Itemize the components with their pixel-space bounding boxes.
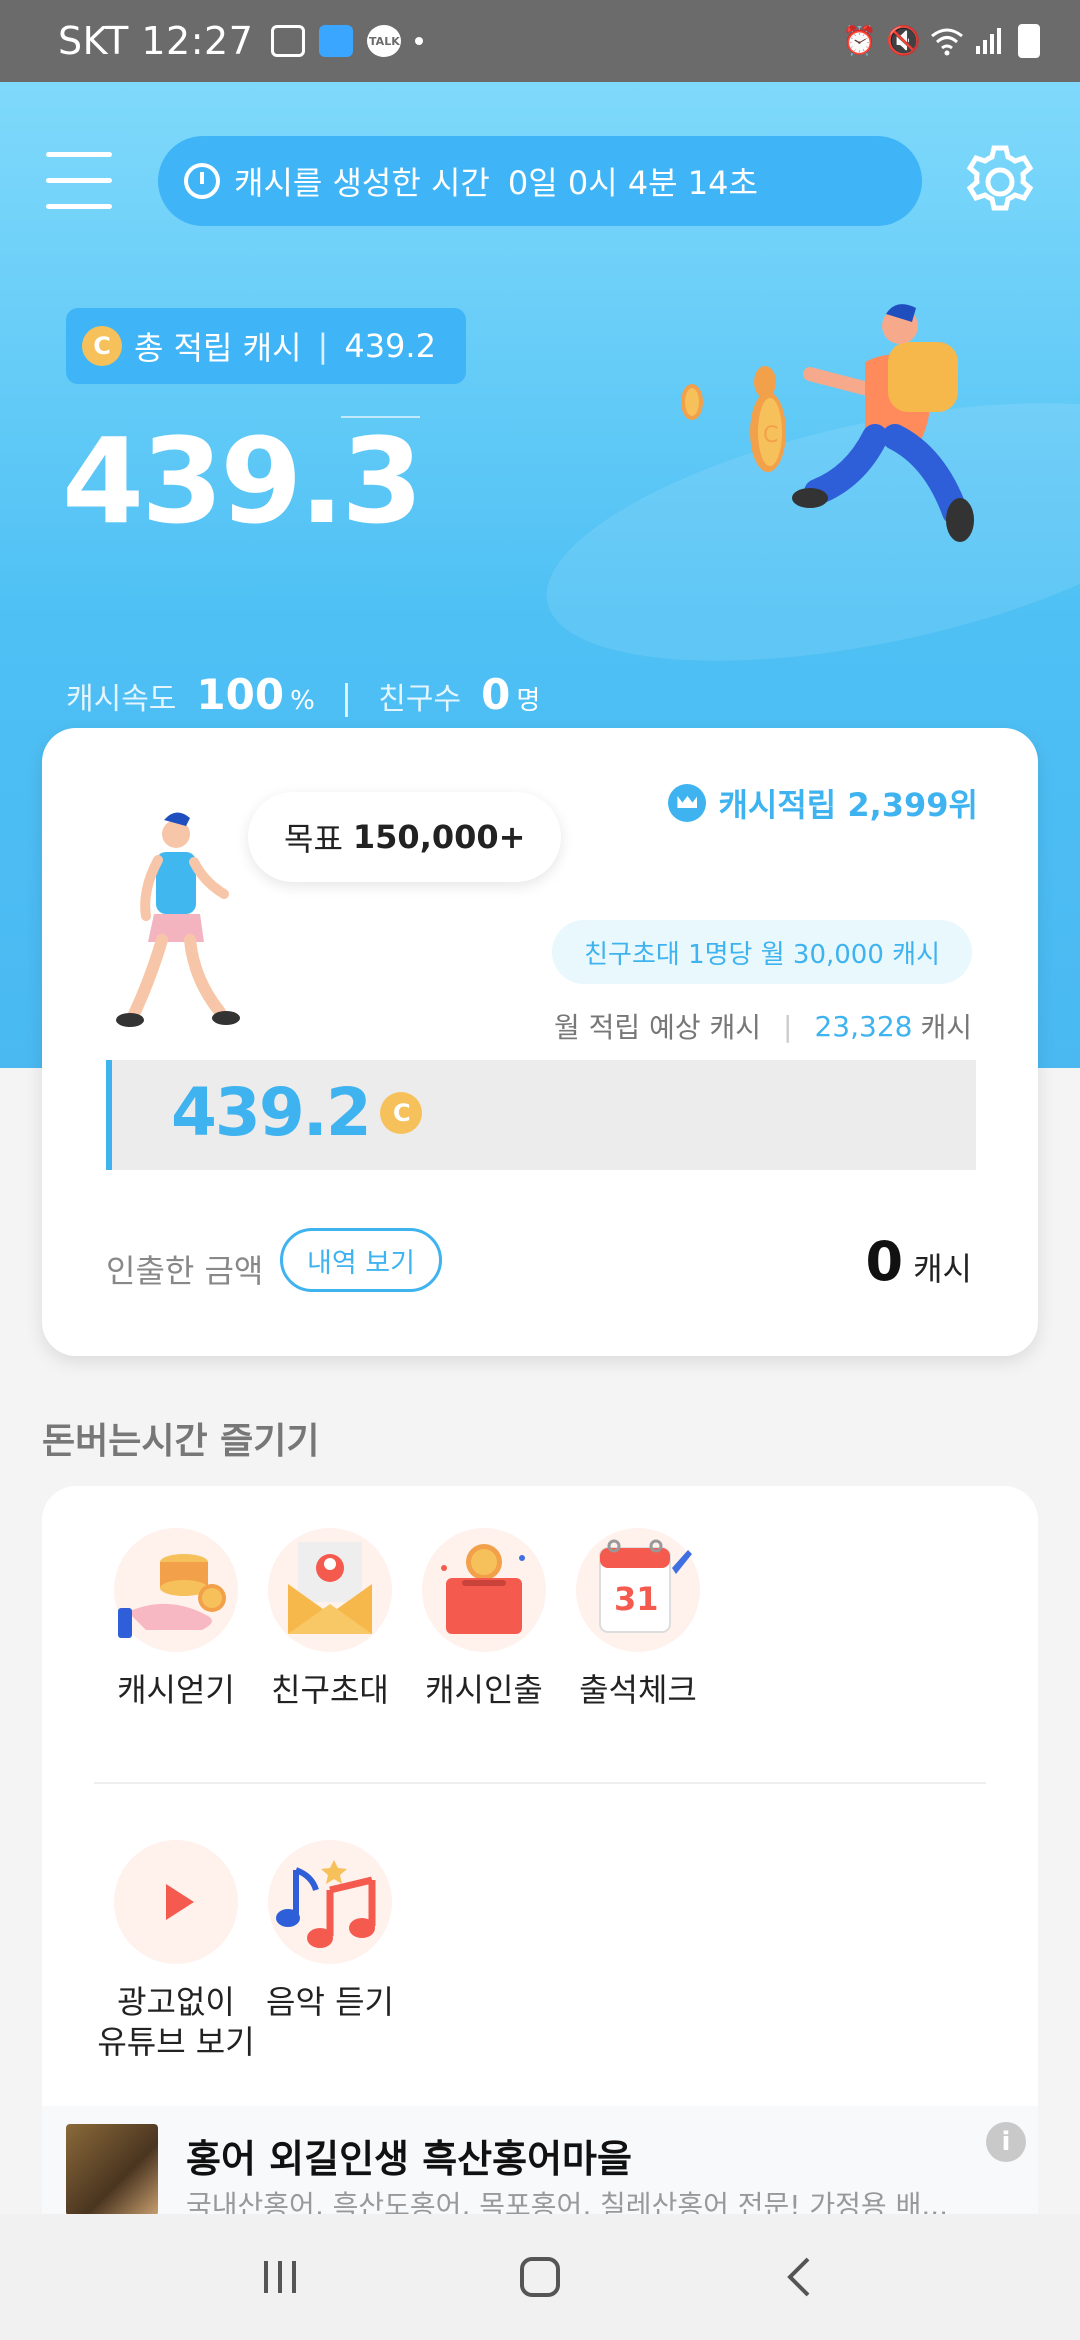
feature-youtube-no-ads[interactable]: 광고없이 유튜브 보기 — [86, 1840, 266, 2062]
monthly-unit: 캐시 — [920, 1011, 972, 1044]
hand-coins-icon — [114, 1528, 238, 1652]
stats-row: 캐시속도 100 % | 친구수 0 명 — [66, 670, 541, 719]
goal-bubble: 목표 150,000+ — [248, 792, 562, 882]
crown-icon — [668, 784, 707, 822]
alarm-icon: ⏰ — [842, 24, 877, 57]
feature-divider — [94, 1782, 986, 1784]
withdrawn-amount: 0 캐시 — [866, 1230, 972, 1293]
withdrawn-value: 0 — [865, 1230, 904, 1293]
goal-progress-bar: 439.2 C — [106, 1060, 976, 1170]
ad-description: 국내산홍어, 흑산도홍어, 목포홍어, 칠레산홍어 전문! 가정용 배... — [186, 2189, 949, 2216]
coin-icon: C — [379, 1091, 422, 1134]
clock-icon — [184, 163, 220, 199]
withdrawn-unit: 캐시 — [913, 1250, 972, 1288]
goal-progress-fill — [109, 1060, 112, 1170]
mute-icon: 🔇 — [886, 24, 921, 57]
running-man-illustration: C — [681, 304, 974, 542]
cash-timer-pill: 캐시를 생성한 시간 0일 0시 4분 14초 — [158, 136, 922, 226]
line-icon — [319, 25, 354, 57]
feature-label: 캐시인출 — [425, 1671, 543, 1709]
progress-value-wrap: 439.2 C — [171, 1074, 422, 1151]
speed-label: 캐시속도 — [66, 682, 177, 717]
rank-badge[interactable]: 캐시적립 2,399위 — [668, 780, 978, 826]
timer-label: 캐시를 생성한 시간 — [234, 164, 490, 202]
speed-unit: % — [290, 686, 315, 716]
feature-label: 출석체크 — [579, 1671, 697, 1709]
current-cash: 439.3 — [62, 412, 423, 550]
envelope-icon — [268, 1528, 392, 1652]
ad-title: 홍어 외길인생 흑산홍어마을 — [186, 2137, 632, 2181]
coin-icon: C — [82, 326, 122, 366]
cash-card: 목표 150,000+ 캐시적립 2,399위 친구초대 1명당 월 30,00… — [42, 728, 1038, 1356]
home-icon[interactable] — [510, 2247, 570, 2307]
withdrawn-label: 인출한 금액 — [106, 1252, 264, 1290]
music-icon — [268, 1840, 392, 1964]
image-icon — [271, 25, 306, 57]
feature-label: 캐시얻기 — [117, 1671, 235, 1709]
signal-icon — [974, 26, 1004, 56]
feature-earn-cash[interactable]: 캐시얻기 — [86, 1528, 266, 1710]
friends-unit: 명 — [516, 686, 541, 716]
total-value: 439.2 — [344, 327, 436, 365]
carrier-time: SKT 12:27 — [58, 19, 254, 63]
feature-invite-friends[interactable]: 친구초대 — [240, 1528, 420, 1710]
total-label: 총 적립 캐시 — [134, 329, 302, 367]
notification-icons: TALK — [271, 25, 424, 57]
ad-thumbnail — [66, 2124, 158, 2216]
recent-apps-icon[interactable] — [250, 2247, 310, 2307]
feature-label: 광고없이 유튜브 보기 — [97, 1983, 255, 2061]
svg-text:C: C — [763, 423, 778, 448]
goal-value: 150,000+ — [352, 818, 526, 856]
feature-music[interactable]: 음악 듣기 — [240, 1840, 420, 2022]
monthly-estimate: 월 적립 예상 캐시 | 23,328 캐시 — [554, 1006, 972, 1046]
history-button[interactable]: 내역 보기 — [280, 1228, 442, 1292]
goal-label: 목표 — [284, 820, 343, 858]
kakaotalk-icon: TALK — [367, 25, 402, 57]
rank-text: 캐시적립 2,399위 — [718, 786, 978, 824]
walking-man-illustration — [116, 812, 240, 1027]
back-icon[interactable] — [770, 2247, 830, 2307]
system-nav-bar — [0, 2214, 1080, 2340]
friends-label: 친구수 — [378, 682, 462, 717]
feature-label: 친구초대 — [271, 1671, 389, 1709]
total-cash-pill: C 총 적립 캐시 | 439.2 — [66, 308, 466, 384]
feature-label: 음악 듣기 — [266, 1983, 394, 2021]
section-title: 돈버는시간 즐기기 — [42, 1421, 320, 1462]
monthly-value: 23,328 — [814, 1009, 913, 1043]
current-cash-main: 439. — [62, 412, 344, 550]
calendar-icon: 31 — [576, 1528, 700, 1652]
current-cash-last-digit: 3 — [341, 412, 423, 550]
friends-value: 0 — [481, 670, 511, 719]
features-panel: 캐시얻기 친구초대 캐시인출 31 출석체크 광고없이 유튜브 보기 음악 듣기 — [42, 1486, 1038, 2126]
battery-icon — [1018, 24, 1040, 58]
invite-info-pill: 친구초대 1명당 월 30,000 캐시 — [552, 920, 972, 984]
timer-value: 0일 0시 4분 14초 — [507, 164, 758, 202]
dot-icon — [415, 37, 424, 45]
ad-info-icon[interactable]: i — [986, 2122, 1026, 2162]
svg-text:31: 31 — [614, 1580, 659, 1618]
wifi-icon — [930, 26, 963, 56]
hamburger-menu-icon[interactable] — [46, 152, 112, 210]
feature-attendance-check[interactable]: 31 출석체크 — [548, 1528, 728, 1710]
gear-icon[interactable] — [960, 142, 1040, 222]
play-icon — [114, 1840, 238, 1964]
monthly-label: 월 적립 예상 캐시 — [554, 1011, 762, 1044]
status-bar: SKT 12:27 TALK ⏰ 🔇 — [0, 0, 1080, 82]
speed-value: 100 — [196, 670, 285, 719]
system-icons: ⏰ 🔇 — [842, 24, 1040, 58]
feature-withdraw-cash[interactable]: 캐시인출 — [394, 1528, 574, 1710]
wallet-icon — [422, 1528, 546, 1652]
ad-banner[interactable]: 홍어 외길인생 흑산홍어마을 국내산홍어, 흑산도홍어, 목포홍어, 칠레산홍어… — [42, 2106, 1038, 2216]
progress-value: 439.2 — [171, 1074, 372, 1151]
